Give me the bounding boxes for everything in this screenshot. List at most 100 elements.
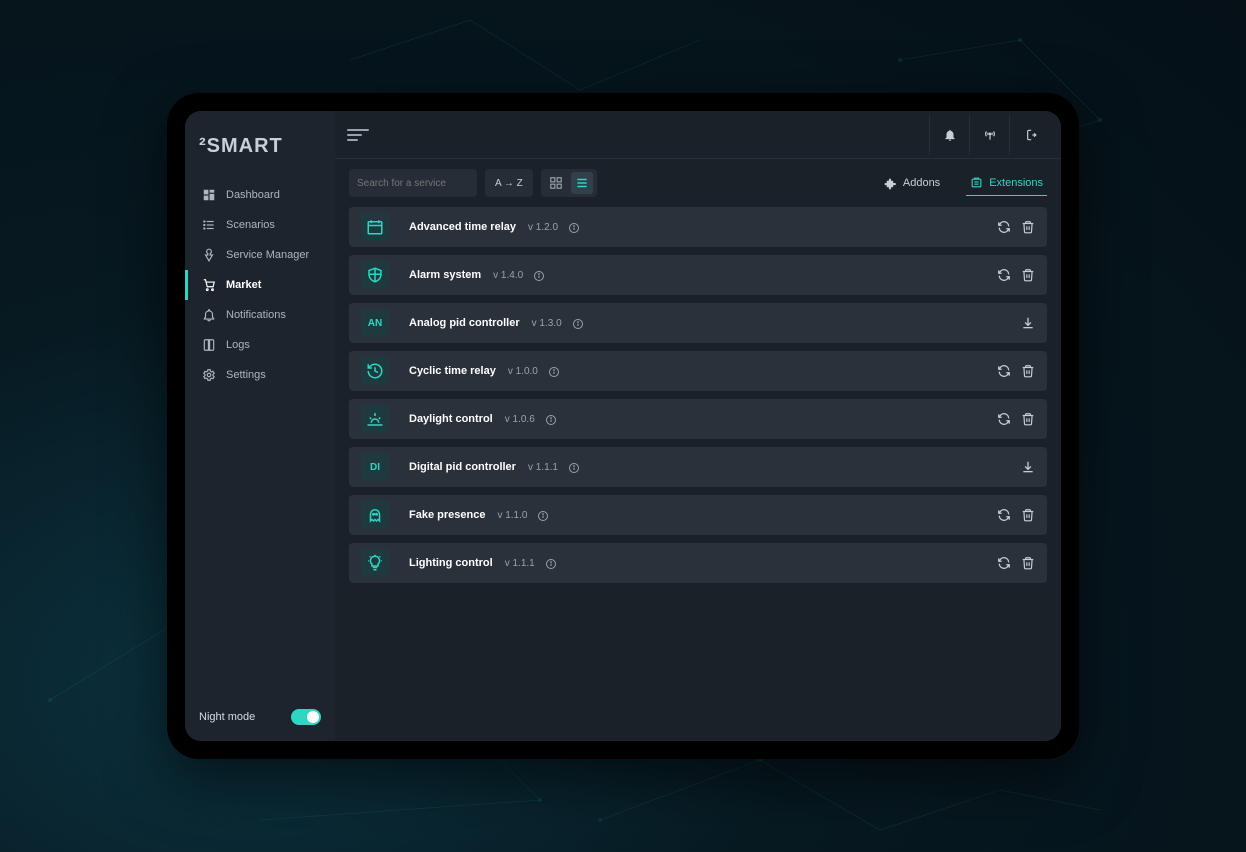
extensions-list: Advanced time relay v 1.2.0 Alarm system… bbox=[335, 207, 1061, 583]
list-view-button[interactable] bbox=[571, 172, 593, 194]
app-screen: ²SMART Dashboard Scenarios Service Manag… bbox=[185, 111, 1061, 741]
info-icon[interactable] bbox=[568, 221, 580, 233]
night-mode-toggle[interactable] bbox=[291, 709, 321, 725]
logs-icon bbox=[202, 338, 216, 352]
row-actions bbox=[1021, 460, 1035, 474]
refresh-icon[interactable] bbox=[997, 268, 1011, 282]
extension-row[interactable]: Daylight control v 1.0.6 bbox=[349, 399, 1047, 439]
sidebar: ²SMART Dashboard Scenarios Service Manag… bbox=[185, 111, 335, 741]
text-icon: DI bbox=[361, 453, 389, 481]
topbar bbox=[335, 111, 1061, 159]
view-switcher bbox=[541, 169, 597, 197]
extension-row[interactable]: DI Digital pid controller v 1.1.1 bbox=[349, 447, 1047, 487]
extension-name: Cyclic time relay bbox=[409, 365, 496, 377]
sidebar-item-notifications[interactable]: Notifications bbox=[185, 300, 335, 330]
sidebar-item-logs[interactable]: Logs bbox=[185, 330, 335, 360]
sidebar-item-settings[interactable]: Settings bbox=[185, 360, 335, 390]
refresh-icon[interactable] bbox=[997, 508, 1011, 522]
extension-version: v 1.1.1 bbox=[505, 558, 535, 569]
download-icon[interactable] bbox=[1021, 460, 1035, 474]
text-icon: AN bbox=[361, 309, 389, 337]
extension-name: Analog pid controller bbox=[409, 317, 520, 329]
toolbar: A → Z Addons Extensions bbox=[335, 159, 1061, 207]
extension-name: Alarm system bbox=[409, 269, 481, 281]
notifications-icon[interactable] bbox=[929, 115, 969, 155]
night-mode-label: Night mode bbox=[199, 711, 255, 723]
sunrise-icon bbox=[361, 405, 389, 433]
tab-extensions[interactable]: Extensions bbox=[966, 170, 1047, 196]
main-panel: A → Z Addons Extensions bbox=[335, 111, 1061, 741]
extension-name: Daylight control bbox=[409, 413, 493, 425]
service-icon bbox=[202, 248, 216, 262]
download-icon[interactable] bbox=[1021, 316, 1035, 330]
info-icon[interactable] bbox=[537, 509, 549, 521]
history-icon bbox=[361, 357, 389, 385]
extension-version: v 1.0.0 bbox=[508, 366, 538, 377]
info-icon[interactable] bbox=[572, 317, 584, 329]
row-actions bbox=[997, 556, 1035, 570]
info-icon[interactable] bbox=[545, 413, 557, 425]
tab-addons[interactable]: Addons bbox=[880, 171, 944, 196]
extension-row[interactable]: Advanced time relay v 1.2.0 bbox=[349, 207, 1047, 247]
sidebar-item-label: Dashboard bbox=[226, 189, 280, 201]
info-icon[interactable] bbox=[548, 365, 560, 377]
sidebar-nav: Dashboard Scenarios Service Manager Mark… bbox=[185, 180, 335, 709]
extension-name: Digital pid controller bbox=[409, 461, 516, 473]
sidebar-item-label: Market bbox=[226, 279, 261, 291]
cart-icon bbox=[202, 278, 216, 292]
grid-view-button[interactable] bbox=[545, 172, 567, 194]
calendar-icon bbox=[361, 213, 389, 241]
extension-version: v 1.1.1 bbox=[528, 462, 558, 473]
row-actions bbox=[997, 220, 1035, 234]
gear-icon bbox=[202, 368, 216, 382]
delete-icon[interactable] bbox=[1021, 556, 1035, 570]
scenarios-icon bbox=[202, 218, 216, 232]
delete-icon[interactable] bbox=[1021, 508, 1035, 522]
extension-version: v 1.2.0 bbox=[528, 222, 558, 233]
extension-name: Advanced time relay bbox=[409, 221, 516, 233]
row-actions bbox=[997, 412, 1035, 426]
extension-row[interactable]: Alarm system v 1.4.0 bbox=[349, 255, 1047, 295]
sidebar-item-scenarios[interactable]: Scenarios bbox=[185, 210, 335, 240]
search-box[interactable] bbox=[349, 169, 477, 197]
row-actions bbox=[997, 268, 1035, 282]
tab-addons-label: Addons bbox=[903, 177, 940, 189]
tablet-frame: ²SMART Dashboard Scenarios Service Manag… bbox=[167, 93, 1079, 759]
tab-extensions-label: Extensions bbox=[989, 177, 1043, 189]
sidebar-item-service-manager[interactable]: Service Manager bbox=[185, 240, 335, 270]
sidebar-item-market[interactable]: Market bbox=[185, 270, 335, 300]
row-actions bbox=[997, 364, 1035, 378]
sidebar-item-label: Notifications bbox=[226, 309, 286, 321]
refresh-icon[interactable] bbox=[997, 412, 1011, 426]
delete-icon[interactable] bbox=[1021, 412, 1035, 426]
sidebar-item-dashboard[interactable]: Dashboard bbox=[185, 180, 335, 210]
sort-button[interactable]: A → Z bbox=[485, 169, 533, 197]
extension-row[interactable]: Cyclic time relay v 1.0.0 bbox=[349, 351, 1047, 391]
delete-icon[interactable] bbox=[1021, 220, 1035, 234]
night-mode-row: Night mode bbox=[185, 709, 335, 725]
search-input[interactable] bbox=[357, 178, 489, 189]
brand-logo: ²SMART bbox=[185, 111, 335, 180]
refresh-icon[interactable] bbox=[997, 556, 1011, 570]
extension-version: v 1.4.0 bbox=[493, 270, 523, 281]
sidebar-item-label: Settings bbox=[226, 369, 266, 381]
delete-icon[interactable] bbox=[1021, 364, 1035, 378]
sidebar-item-label: Scenarios bbox=[226, 219, 275, 231]
extension-name: Lighting control bbox=[409, 557, 493, 569]
shield-icon bbox=[361, 261, 389, 289]
refresh-icon[interactable] bbox=[997, 364, 1011, 378]
info-icon[interactable] bbox=[545, 557, 557, 569]
refresh-icon[interactable] bbox=[997, 220, 1011, 234]
extension-row[interactable]: Fake presence v 1.1.0 bbox=[349, 495, 1047, 535]
logout-icon[interactable] bbox=[1009, 115, 1049, 155]
info-icon[interactable] bbox=[568, 461, 580, 473]
sidebar-item-label: Service Manager bbox=[226, 249, 309, 261]
row-actions bbox=[997, 508, 1035, 522]
menu-icon[interactable] bbox=[347, 129, 369, 141]
extension-row[interactable]: Lighting control v 1.1.1 bbox=[349, 543, 1047, 583]
info-icon[interactable] bbox=[533, 269, 545, 281]
extension-row[interactable]: AN Analog pid controller v 1.3.0 bbox=[349, 303, 1047, 343]
antenna-icon[interactable] bbox=[969, 115, 1009, 155]
dashboard-icon bbox=[202, 188, 216, 202]
delete-icon[interactable] bbox=[1021, 268, 1035, 282]
